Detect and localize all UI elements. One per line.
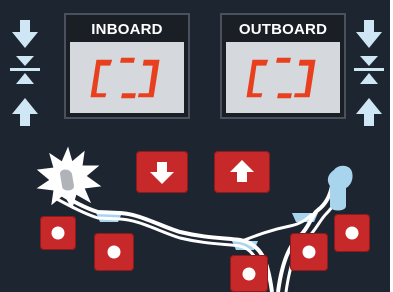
hammer-flash-icon	[36, 146, 102, 210]
weight-pad	[96, 213, 122, 222]
arrow-up-icon[interactable]	[12, 98, 38, 126]
move-down-button[interactable]	[136, 151, 188, 193]
position-3-button[interactable]	[230, 255, 268, 292]
position-dot	[242, 267, 256, 280]
position-dot	[51, 226, 65, 240]
outboard-segment-readout	[246, 57, 316, 99]
wheel-balancer-panel: INBOARD OUTBOARD	[0, 0, 393, 292]
arrow-down-icon[interactable]	[356, 20, 382, 48]
move-up-button[interactable]	[214, 151, 270, 193]
inboard-label: INBOARD	[91, 21, 163, 38]
arrow-down-icon[interactable]	[12, 20, 38, 48]
arrow-down-icon	[150, 162, 174, 184]
weight-pad	[292, 213, 318, 222]
outboard-label: OUTBOARD	[238, 21, 328, 38]
position-5-button[interactable]	[334, 214, 370, 252]
position-dot	[107, 245, 121, 259]
outboard-readout-screen	[226, 42, 340, 113]
position-2-button[interactable]	[94, 233, 134, 271]
inboard-display: INBOARD	[64, 13, 190, 119]
align-center-icon[interactable]	[10, 56, 40, 84]
align-center-icon[interactable]	[354, 56, 384, 84]
arrow-up-icon[interactable]	[356, 98, 382, 126]
position-4-button[interactable]	[290, 233, 328, 271]
position-dot	[302, 245, 316, 259]
position-1-button[interactable]	[40, 216, 76, 250]
inboard-readout-screen	[70, 42, 184, 113]
outboard-display: OUTBOARD	[220, 13, 346, 119]
weight-pad	[232, 241, 258, 250]
clip-on-weight-icon	[327, 165, 353, 211]
position-dot	[345, 226, 359, 240]
inboard-segment-readout	[90, 57, 160, 99]
arrow-up-icon	[230, 160, 254, 182]
